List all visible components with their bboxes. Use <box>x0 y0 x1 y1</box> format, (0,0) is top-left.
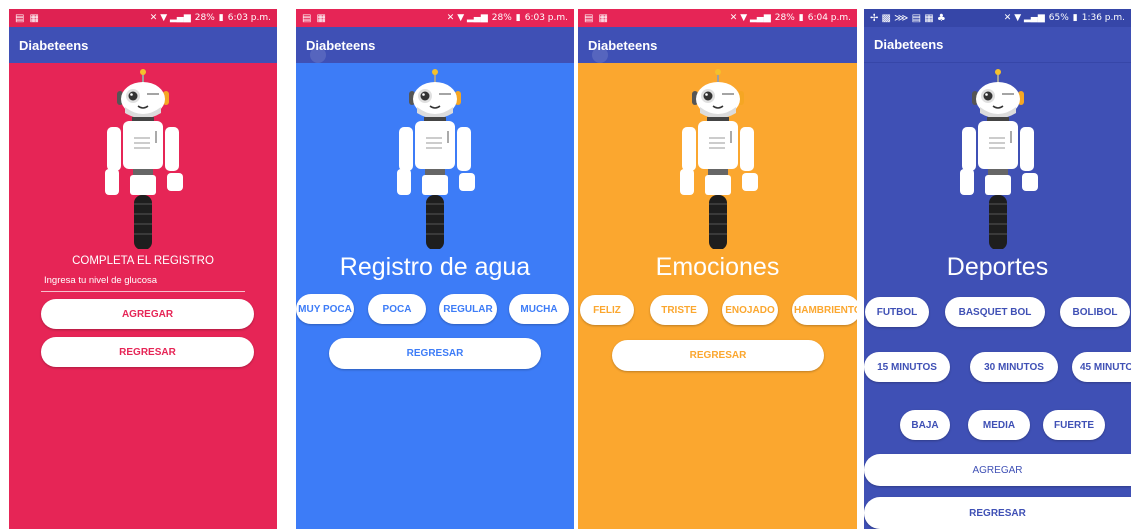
status-bar: ▤ ▦ ✕ ▼ ▂▄▆ 28% ▮ 6:03 p.m. <box>296 9 574 27</box>
agregar-button[interactable]: AGREGAR <box>41 299 254 329</box>
duration-15-button[interactable]: 15 MINUTOS <box>864 352 950 382</box>
option-triste-button[interactable]: TRISTE <box>650 295 708 325</box>
intensity-media-button[interactable]: MEDIA <box>968 410 1030 440</box>
signal-icon: ✕ ▼ ▂▄▆ <box>729 13 771 23</box>
signal-icon: ✕ ▼ ▂▄▆ <box>149 13 191 23</box>
screen-glucose: ▤ ▦ ✕ ▼ ▂▄▆ 28% ▮ 6:03 p.m. Diabeteens COMPL… <box>9 9 277 529</box>
sport-futbol-button[interactable]: FUTBOL <box>865 297 929 327</box>
app-bar: Diabeteens <box>864 27 1131 63</box>
app-bar: Diabeteens <box>9 27 277 63</box>
option-regular-button[interactable]: REGULAR <box>439 294 497 324</box>
duration-45-button[interactable]: 45 MINUTOS <box>1072 352 1131 382</box>
page-heading: Deportes <box>946 253 1049 281</box>
screen-emotions: ▤ ▦ ✕ ▼ ▂▄▆ 28% ▮ 6:04 p.m. Diabeteens Emoci… <box>578 9 857 529</box>
option-hambriento-button[interactable]: HAMBRIENTO <box>792 295 857 325</box>
status-time: 6:04 p.m. <box>807 13 851 23</box>
status-time: 1:36 p.m. <box>1081 13 1125 23</box>
sport-basquet-button[interactable]: BASQUET BOL <box>945 297 1045 327</box>
glucose-input[interactable]: Ingresa tu nivel de glucosa <box>44 275 157 286</box>
app-title: Diabeteens <box>874 37 944 52</box>
agregar-button[interactable]: AGREGAR <box>864 454 1131 486</box>
regresar-button[interactable]: REGRESAR <box>612 340 824 371</box>
screen-sports: ✢ ▩ ⋙ ▤ ▦ ♣ ✕ ▼ ▂▄▆ 65% ▮ 1:36 p.m. Diabete… <box>864 9 1131 529</box>
app-bar: Diabeteens <box>578 27 857 63</box>
notification-icons: ✢ ▩ ⋙ ▤ ▦ ♣ <box>870 12 946 24</box>
regresar-button[interactable]: REGRESAR <box>864 497 1131 529</box>
robot-mascot <box>678 69 758 249</box>
message-icon: ▤ <box>302 12 312 24</box>
robot-mascot <box>396 69 475 249</box>
robot-mascot <box>104 69 183 249</box>
screen-water: ▤ ▦ ✕ ▼ ▂▄▆ 28% ▮ 6:03 p.m. Diabeteens Regis… <box>296 9 574 529</box>
sport-bolibol-button[interactable]: BOLIBOL <box>1060 297 1130 327</box>
option-enojado-button[interactable]: ENOJADO <box>722 295 778 325</box>
duration-30-button[interactable]: 30 MINUTOS <box>970 352 1058 382</box>
status-time: 6:03 p.m. <box>524 13 568 23</box>
battery-level: 28% <box>194 13 215 23</box>
page-heading: COMPLETA EL REGISTRO <box>72 255 214 267</box>
regresar-button[interactable]: REGRESAR <box>41 337 254 367</box>
signal-icon: ✕ ▼ ▂▄▆ <box>1003 13 1045 23</box>
intensity-baja-button[interactable]: BAJA <box>900 410 950 440</box>
notification-icon: ▦ <box>29 12 39 24</box>
page-heading: Registro de agua <box>339 253 531 281</box>
battery-level: 65% <box>1048 13 1069 23</box>
app-bar: Diabeteens <box>296 27 574 63</box>
notification-icon: ▦ <box>316 12 326 24</box>
battery-level: 28% <box>774 13 795 23</box>
status-time: 6:03 p.m. <box>227 13 271 23</box>
message-icon: ▤ <box>584 12 594 24</box>
message-icon: ▤ <box>15 12 25 24</box>
app-title: Diabeteens <box>19 37 89 53</box>
robot-mascot <box>958 69 1038 249</box>
option-poca-button[interactable]: POCA <box>368 294 426 324</box>
battery-icon: ▮ <box>515 13 521 23</box>
battery-icon: ▮ <box>798 13 804 23</box>
signal-icon: ✕ ▼ ▂▄▆ <box>446 13 488 23</box>
page-heading: Emociones <box>655 253 780 281</box>
status-bar: ▤ ▦ ✕ ▼ ▂▄▆ 28% ▮ 6:03 p.m. <box>9 9 277 27</box>
battery-icon: ▮ <box>1072 13 1078 23</box>
status-bar: ✢ ▩ ⋙ ▤ ▦ ♣ ✕ ▼ ▂▄▆ 65% ▮ 1:36 p.m. <box>864 9 1131 27</box>
battery-icon: ▮ <box>218 13 224 23</box>
battery-level: 28% <box>491 13 512 23</box>
regresar-button[interactable]: REGRESAR <box>329 338 541 369</box>
status-bar: ▤ ▦ ✕ ▼ ▂▄▆ 28% ▮ 6:04 p.m. <box>578 9 857 27</box>
notification-icon: ▦ <box>598 12 608 24</box>
intensity-fuerte-button[interactable]: FUERTE <box>1043 410 1105 440</box>
glucose-input-underline <box>41 291 245 292</box>
option-feliz-button[interactable]: FELIZ <box>580 295 634 325</box>
option-mucha-button[interactable]: MUCHA <box>509 294 569 324</box>
option-muy-poca-button[interactable]: MUY POCA <box>296 294 354 324</box>
